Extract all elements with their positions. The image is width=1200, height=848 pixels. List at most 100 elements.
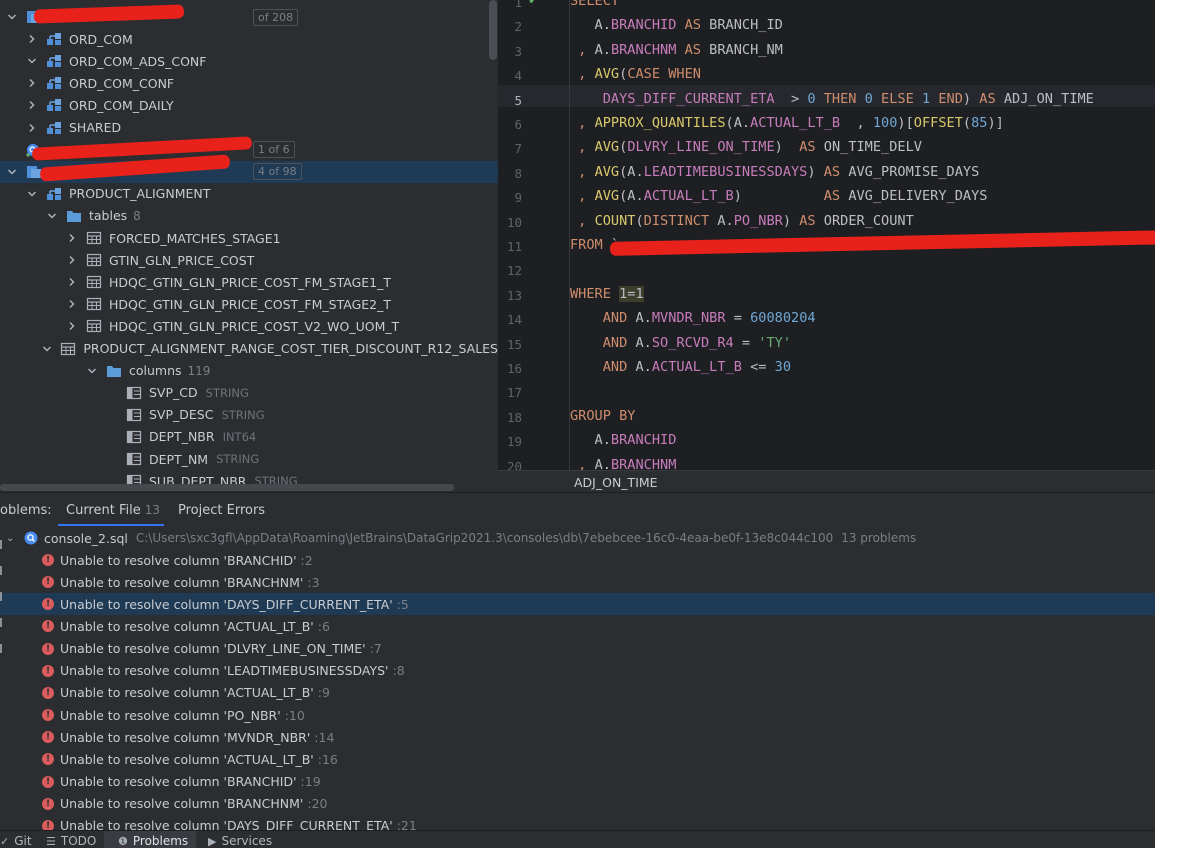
column-type: STRING [216, 452, 260, 466]
code-token: APPROX_QUANTILES [594, 115, 726, 131]
code-token: A. [635, 334, 652, 351]
problem-item[interactable]: ! Unable to resolve column 'PO_NBR':10 [0, 704, 1155, 726]
tree-node[interactable]: HDQC_GTIN_GLN_PRICE_COST_V2_WO_UOM_T [0, 315, 498, 337]
chevron-right-icon[interactable] [26, 122, 38, 134]
problem-item[interactable]: ! Unable to resolve column 'BRANCHID':19 [0, 771, 1155, 793]
chevron-right-icon[interactable] [26, 99, 38, 111]
code-line[interactable]: DAYS_DIFF_CURRENT_ETA > 0 THEN 0 ELSE 1 … [570, 91, 1094, 107]
tree-node[interactable]: ORD_COM_ADS_CONF [0, 50, 498, 72]
code-token: COUNT [594, 212, 636, 229]
code-token: AVG [594, 188, 620, 205]
code-line[interactable]: , AVG(CASE WHEN [570, 66, 701, 82]
code-token: AND [602, 310, 636, 327]
services-tool-button[interactable]: ▶ Services [208, 834, 272, 848]
tree-vertical-scrollbar[interactable] [489, 0, 497, 60]
tree-horizontal-scrollbar[interactable] [0, 484, 454, 491]
column-type: STRING [205, 385, 249, 400]
code-line[interactable]: SELECT [570, 0, 619, 9]
tree-node[interactable]: FORCED_MATCHES_STAGE1 [0, 227, 498, 249]
problem-item[interactable]: ! Unable to resolve column 'DLVRY_LINE_ON… [0, 638, 1155, 660]
chevron-right-icon[interactable] [26, 33, 38, 45]
chevron-down-icon[interactable] [26, 55, 38, 67]
chevron-down-icon[interactable] [26, 188, 38, 200]
problem-item[interactable]: ! Unable to resolve column 'ACTUAL_LT_B':… [0, 748, 1155, 770]
code-token: 100 [872, 115, 898, 131]
git-tool-button[interactable]: ✓ Git [0, 834, 32, 848]
todo-tool-button[interactable]: ☰ TODO [46, 834, 96, 848]
chevron-right-icon[interactable] [66, 320, 78, 332]
tree-node[interactable]: HDQC_GTIN_GLN_PRICE_COST_FM_STAGE1_T [0, 271, 498, 293]
tree-node[interactable]: SVP_DESC STRING [0, 404, 498, 426]
problem-item[interactable]: ! Unable to resolve column 'MVNDR_NBR':14 [0, 726, 1155, 748]
tree-node[interactable]: PRODUCT_ALIGNMENT [0, 183, 498, 205]
tree-node[interactable]: PRODUCT_ALIGNMENT_RANGE_COST_TIER_DISCOU… [0, 338, 498, 360]
code-line[interactable]: , AVG(A.LEADTIMEBUSINESSDAYS) AS AVG_PRO… [570, 164, 979, 180]
tree-node[interactable]: ORD_COM_DAILY [0, 94, 498, 116]
problem-item[interactable]: ! Unable to resolve column 'BRANCHNM':3 [0, 571, 1155, 593]
tree-node[interactable]: DEPT_NM STRING [0, 448, 498, 470]
tab-project-errors[interactable]: Project Errors [178, 503, 265, 518]
line-number: 2 [514, 19, 522, 35]
code-token: 85 [971, 115, 988, 131]
code-line[interactable]: , COUNT(DISTINCT A.PO_NBR) AS ORDER_COUN… [570, 213, 914, 229]
tab-current-file[interactable]: Current File 13 [66, 503, 160, 518]
code-token: , [570, 212, 595, 229]
chevron-down-icon[interactable] [6, 11, 18, 23]
chevron-down-icon[interactable] [6, 166, 18, 178]
code-token: A. [570, 17, 611, 34]
sql-editor[interactable]: 1 2 3 4 5 6 7 8 9 10 11 12 13 14 15 16 17 18 19 20 ✔ SELECT… [498, 0, 1155, 470]
problems-tool-button[interactable]: ❶ Problems [118, 834, 188, 848]
tree-node[interactable]: HDQC_GTIN_GLN_PRICE_COST_FM_STAGE2_T [0, 293, 498, 315]
code-line[interactable]: A.BRANCHID [570, 432, 677, 449]
tree-node[interactable]: ORD_COM [0, 28, 498, 50]
code-line[interactable]: WHERE 1=1 [570, 285, 644, 302]
problem-message: Unable to resolve column 'MVNDR_NBR' [60, 729, 311, 745]
code-line[interactable]: A.BRANCHID AS BRANCH_ID [570, 17, 783, 33]
code-line[interactable]: GROUP BY [570, 408, 635, 424]
tree-node[interactable]: ORD_COM_CONF [0, 72, 498, 94]
code-token: AND [602, 334, 636, 351]
code-line[interactable]: AND A.ACTUAL_LT_B <= 30 [570, 359, 791, 375]
code-line[interactable]: , AVG(A.ACTUAL_LT_B) AS AVG_DELIVERY_DAY… [570, 188, 987, 204]
chevron-right-icon[interactable] [26, 77, 38, 89]
code-line[interactable]: AND A.MVNDR_NBR = 60080204 [570, 310, 816, 326]
code-line[interactable]: , A.BRANCHNM AS BRANCH_NM [570, 42, 783, 58]
chevron-right-icon[interactable] [66, 298, 78, 310]
editor-breadcrumb[interactable]: ADJ_ON_TIME [574, 475, 658, 490]
code-line[interactable]: , APPROX_QUANTILES(A.ACTUAL_LT_B , 100)[… [570, 115, 1004, 131]
problem-item[interactable]: ! Unable to resolve column 'BRANCHID':2 [0, 549, 1155, 571]
problem-item[interactable]: ! Unable to resolve column 'DAYS_DIFF_CUR… [0, 593, 1155, 616]
tree-node[interactable]: columns 119 [0, 360, 498, 382]
code-token: (A. [619, 188, 644, 205]
code-token: ) [774, 139, 800, 156]
todo-icon: ☰ [46, 834, 56, 848]
problem-item[interactable]: ! Unable to resolve column 'LEADTIMEBUSIN… [0, 660, 1155, 682]
chevron-right-icon[interactable] [66, 232, 78, 244]
tree-node[interactable]: GTIN_GLN_PRICE_COST [0, 249, 498, 271]
code-token: AS [676, 17, 710, 34]
tree-node[interactable]: tables 8 [0, 205, 498, 227]
chevron-down-icon[interactable] [42, 343, 52, 355]
chevron-right-icon[interactable] [66, 254, 78, 266]
code-line[interactable]: , AVG(DLVRY_LINE_ON_TIME) AS ON_TIME_DEL… [570, 139, 922, 155]
problems-side-toolbar[interactable] [0, 536, 10, 666]
chevron-down-icon[interactable] [46, 210, 58, 222]
chevron-down-icon[interactable] [86, 365, 98, 377]
code-token: A. [594, 41, 611, 58]
tree-node[interactable]: SHARED [0, 117, 498, 139]
problems-file-row[interactable]: ⌄ console_2.sql C:\Users\sxc3gfl\AppData… [0, 527, 1155, 549]
code-token: ( [962, 115, 972, 131]
problem-item[interactable]: ! Unable to resolve column 'BRANCHNM':20 [0, 793, 1155, 815]
problem-item[interactable]: ! Unable to resolve column 'ACTUAL_LT_B':… [0, 682, 1155, 704]
code-line[interactable]: , A.BRANCHNM [570, 457, 676, 470]
chevron-right-icon[interactable] [66, 276, 78, 288]
code-token: THEN [815, 90, 865, 107]
code-token: GROUP BY [570, 407, 636, 424]
tree-node[interactable]: SVP_CD STRING [0, 382, 498, 404]
tree-node[interactable]: DEPT_NBR INT64 [0, 426, 498, 448]
problem-item[interactable]: ! Unable to resolve column 'ACTUAL_LT_B':… [0, 615, 1155, 637]
code-line[interactable]: AND A.SO_RCVD_R4 = 'TY' [570, 335, 791, 351]
folder-icon [66, 209, 82, 223]
code-token: A. [570, 432, 611, 449]
tree-node-count: 8 [133, 208, 141, 223]
